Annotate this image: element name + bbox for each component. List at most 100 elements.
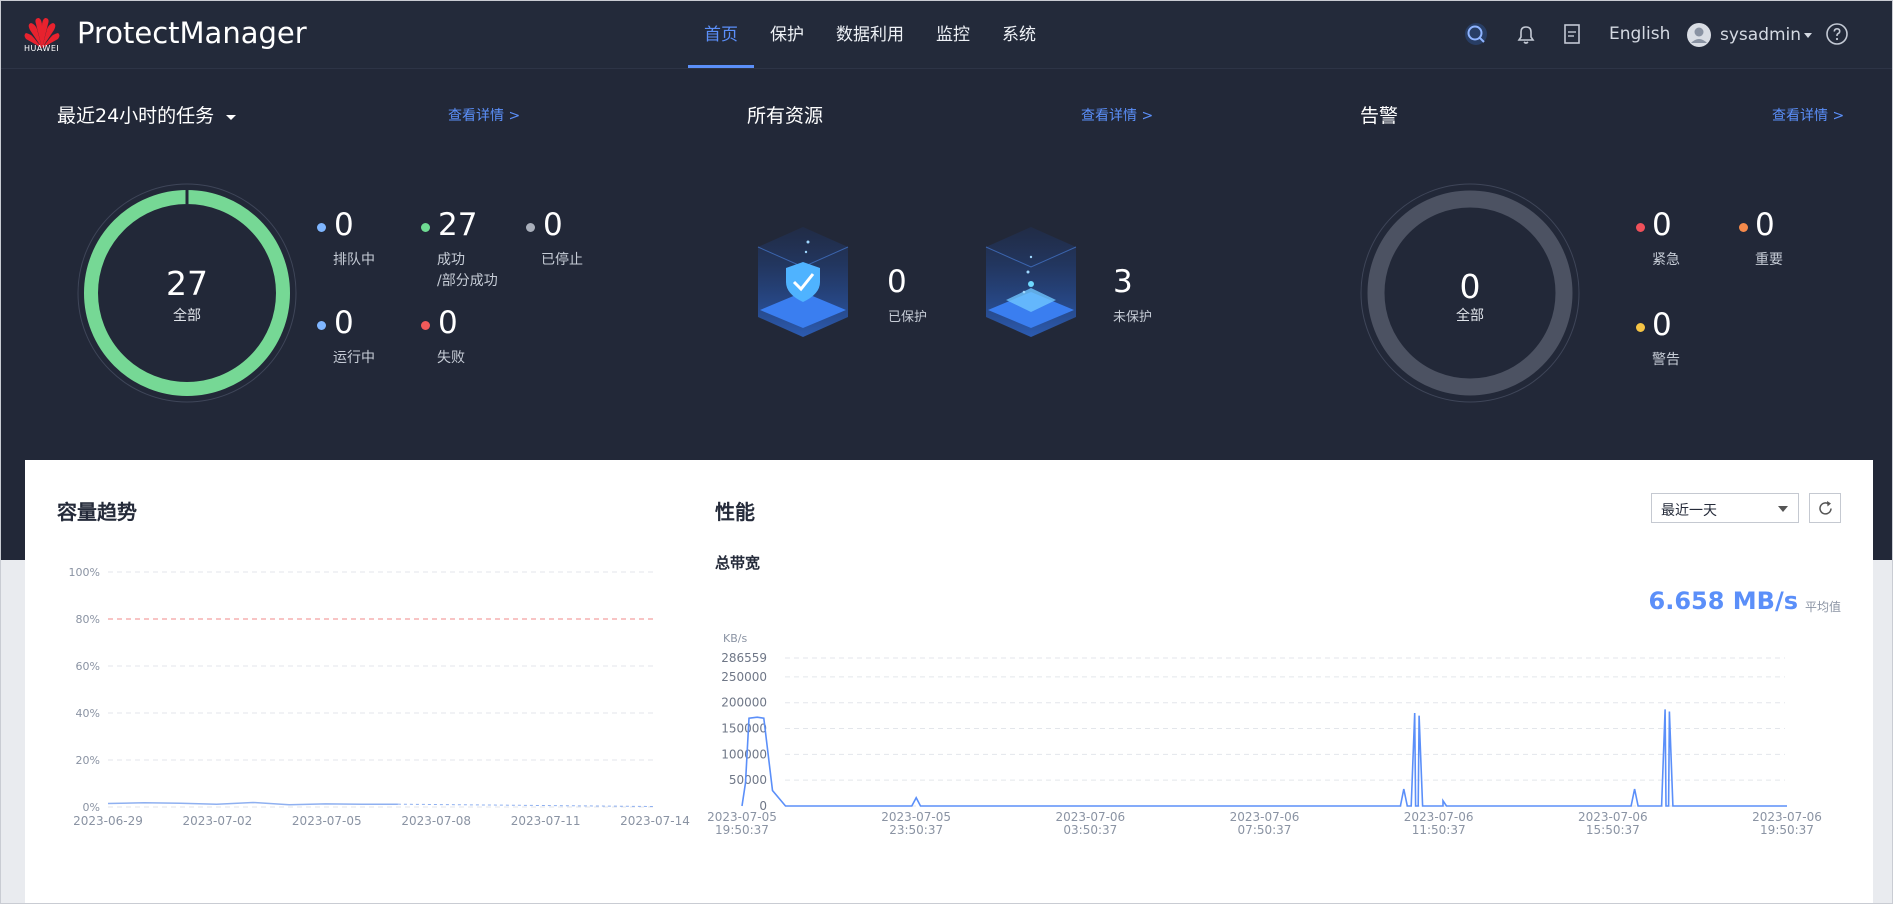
running-count[interactable]: 0 xyxy=(334,305,354,341)
x-tick-label: 2023-07-08 xyxy=(401,814,471,828)
major-count[interactable]: 0 xyxy=(1755,207,1775,243)
alarms-detail-link[interactable]: 查看详情 > xyxy=(1772,105,1844,125)
stopped-dot xyxy=(526,223,535,232)
bell-icon[interactable] xyxy=(1514,22,1538,46)
partial-success-label: /部分成功 xyxy=(437,273,498,289)
app-title: ProtectManager xyxy=(77,16,307,50)
major-dot xyxy=(1739,223,1748,232)
capacity-forecast-line xyxy=(397,803,656,808)
unprotected-label: 未保护 xyxy=(1113,310,1153,325)
nav-monitor[interactable]: 监控 xyxy=(920,0,986,68)
y-tick-label: 200000 xyxy=(721,696,767,710)
x-tick-label: 23:50:37 xyxy=(889,823,943,837)
stopped-label: 已停止 xyxy=(541,252,583,268)
caret-down-icon xyxy=(226,114,237,120)
x-tick-label: 03:50:37 xyxy=(1063,823,1117,837)
failed-dot xyxy=(421,321,430,330)
main-nav: 首页 保护 数据利用 监控 系统 xyxy=(688,0,1052,68)
success-count[interactable]: 27 xyxy=(438,207,477,243)
major-label: 重要 xyxy=(1755,252,1783,268)
username: sysadmin xyxy=(1720,25,1802,45)
top-header: HUAWEI ProtectManager 首页 保护 数据利用 监控 系统 E… xyxy=(0,0,1893,69)
y-tick-label: 100000 xyxy=(721,747,767,761)
x-tick-label: 11:50:37 xyxy=(1412,823,1466,837)
x-tick-label: 2023-07-05 xyxy=(292,814,362,828)
x-tick-label: 2023-07-02 xyxy=(183,814,253,828)
y-tick-label: 60% xyxy=(76,660,100,673)
x-tick-label: 2023-07-05 xyxy=(707,810,777,824)
failed-label: 失败 xyxy=(437,350,465,366)
refresh-button[interactable] xyxy=(1809,493,1841,523)
x-tick-label: 2023-07-14 xyxy=(620,814,690,828)
y-tick-label: 20% xyxy=(76,754,100,767)
alarms-total-label: 全部 xyxy=(1456,308,1484,324)
tasks-title[interactable]: 最近24小时的任务 xyxy=(57,101,238,128)
x-tick-label: 2023-07-06 xyxy=(1230,810,1300,824)
resources-detail-link[interactable]: 查看详情 > xyxy=(1081,105,1153,125)
average-label: 平均值 xyxy=(1805,600,1842,614)
document-icon[interactable] xyxy=(1560,22,1584,46)
capacity-series-line xyxy=(107,801,398,806)
user-avatar-icon xyxy=(1687,23,1711,47)
y-tick-label: 80% xyxy=(76,613,100,626)
bandwidth-subtitle: 总带宽 xyxy=(715,554,761,572)
x-tick-label: 19:50:37 xyxy=(715,823,769,837)
x-tick-label: 2023-07-06 xyxy=(1752,810,1822,824)
x-tick-label: 2023-07-05 xyxy=(881,810,951,824)
language-switch[interactable]: English xyxy=(1609,24,1670,44)
nav-system[interactable]: 系统 xyxy=(986,0,1052,68)
logo-text: HUAWEI xyxy=(24,44,60,53)
success-dot xyxy=(421,223,430,232)
protected-count[interactable]: 0 xyxy=(887,264,907,300)
queued-label: 排队中 xyxy=(333,252,375,268)
y-tick-label: 0% xyxy=(83,801,100,814)
caret-down-icon xyxy=(1804,33,1813,38)
critical-label: 紧急 xyxy=(1652,252,1680,268)
performance-title: 性能 xyxy=(715,500,755,524)
nav-home[interactable]: 首页 xyxy=(688,0,754,68)
queued-count[interactable]: 0 xyxy=(334,207,354,243)
x-tick-label: 2023-07-11 xyxy=(511,814,581,828)
y-tick-label: 50000 xyxy=(729,773,767,787)
running-label: 运行中 xyxy=(333,350,375,366)
x-tick-label: 2023-07-06 xyxy=(1578,810,1648,824)
bandwidth-series-line xyxy=(741,709,1787,807)
protected-shield-icon xyxy=(757,227,849,337)
y-tick-label: 150000 xyxy=(721,722,767,736)
refresh-icon xyxy=(1819,501,1832,515)
unprotected-count[interactable]: 3 xyxy=(1113,264,1133,300)
capacity-trend-chart: 100% 80% 60% 40% 20% 0%2023-06-29 2023-07-02 20… xyxy=(69,566,690,828)
success-label: 成功 xyxy=(437,252,465,268)
time-range-value: 最近一天 xyxy=(1661,503,1717,519)
average-bandwidth: 6.658 MB/s xyxy=(1648,587,1799,615)
critical-dot xyxy=(1636,223,1645,232)
alarms-title: 告警 xyxy=(1360,105,1399,127)
y-tick-label: 40% xyxy=(76,707,100,720)
search-icon[interactable] xyxy=(1464,22,1488,46)
tasks-detail-link[interactable]: 查看详情 > xyxy=(448,105,520,125)
protected-label: 已保护 xyxy=(888,310,928,325)
time-range-select[interactable]: 最近一天 xyxy=(1651,493,1799,523)
x-tick-label: 19:50:37 xyxy=(1760,823,1814,837)
tasks-total: 27 xyxy=(166,264,208,303)
user-menu[interactable]: sysadmin xyxy=(1686,22,1815,48)
resources-title: 所有资源 xyxy=(747,105,824,127)
nav-data-usage[interactable]: 数据利用 xyxy=(820,0,920,68)
y-axis-unit: KB/s xyxy=(723,632,747,645)
warning-count[interactable]: 0 xyxy=(1652,307,1672,343)
warning-label: 警告 xyxy=(1652,352,1680,368)
capacity-title: 容量趋势 xyxy=(57,500,137,524)
running-dot xyxy=(317,321,326,330)
failed-count[interactable]: 0 xyxy=(438,305,458,341)
x-tick-label: 2023-07-06 xyxy=(1055,810,1125,824)
dropdown-arrow-icon xyxy=(1778,506,1788,512)
x-tick-label: 07:50:37 xyxy=(1238,823,1292,837)
nav-protection[interactable]: 保护 xyxy=(754,0,820,68)
unprotected-cube-icon xyxy=(985,227,1077,337)
tasks-total-label: 全部 xyxy=(173,308,201,324)
x-tick-label: 2023-07-06 xyxy=(1404,810,1474,824)
critical-count[interactable]: 0 xyxy=(1652,207,1672,243)
x-tick-label: 15:50:37 xyxy=(1586,823,1640,837)
help-icon[interactable] xyxy=(1825,22,1849,46)
stopped-count[interactable]: 0 xyxy=(543,207,563,243)
